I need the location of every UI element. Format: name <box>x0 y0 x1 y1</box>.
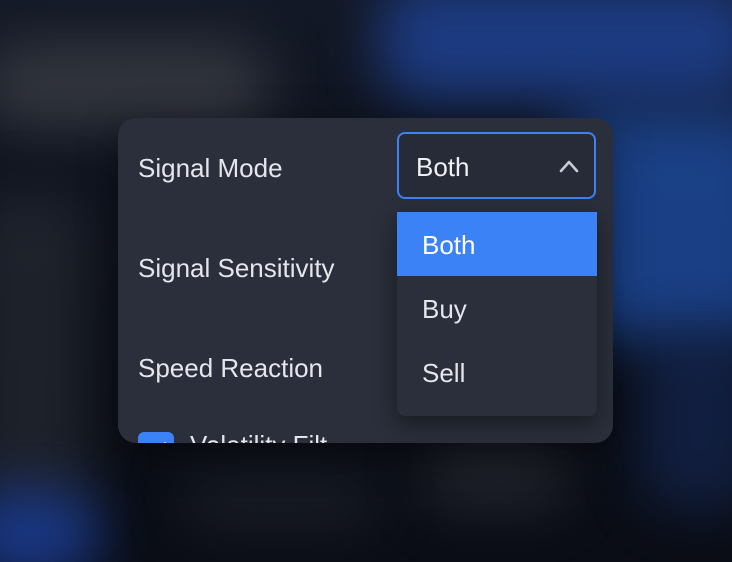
checkmark-icon <box>163 442 167 443</box>
signal-mode-select[interactable]: Both <box>397 132 596 199</box>
dropdown-option-label: Buy <box>422 294 467 324</box>
dropdown-option-label: Sell <box>422 358 466 388</box>
dropdown-option-buy[interactable]: Buy <box>397 276 597 340</box>
volatility-filter-label: Volatility Filt <box>190 432 327 443</box>
chevron-up-icon <box>559 160 579 173</box>
signal-mode-selected-value: Both <box>416 152 470 182</box>
signal-mode-dropdown-menu: Both Buy Sell <box>397 212 597 416</box>
volatility-filter-checkbox[interactable] <box>138 432 174 443</box>
dropdown-option-label: Both <box>422 230 476 260</box>
dropdown-option-sell[interactable]: Sell <box>397 340 597 404</box>
signal-sensitivity-label: Signal Sensitivity <box>138 253 335 283</box>
signal-mode-label: Signal Mode <box>138 153 283 183</box>
dropdown-option-both[interactable]: Both <box>397 212 597 276</box>
speed-reaction-label: Speed Reaction <box>138 353 324 383</box>
